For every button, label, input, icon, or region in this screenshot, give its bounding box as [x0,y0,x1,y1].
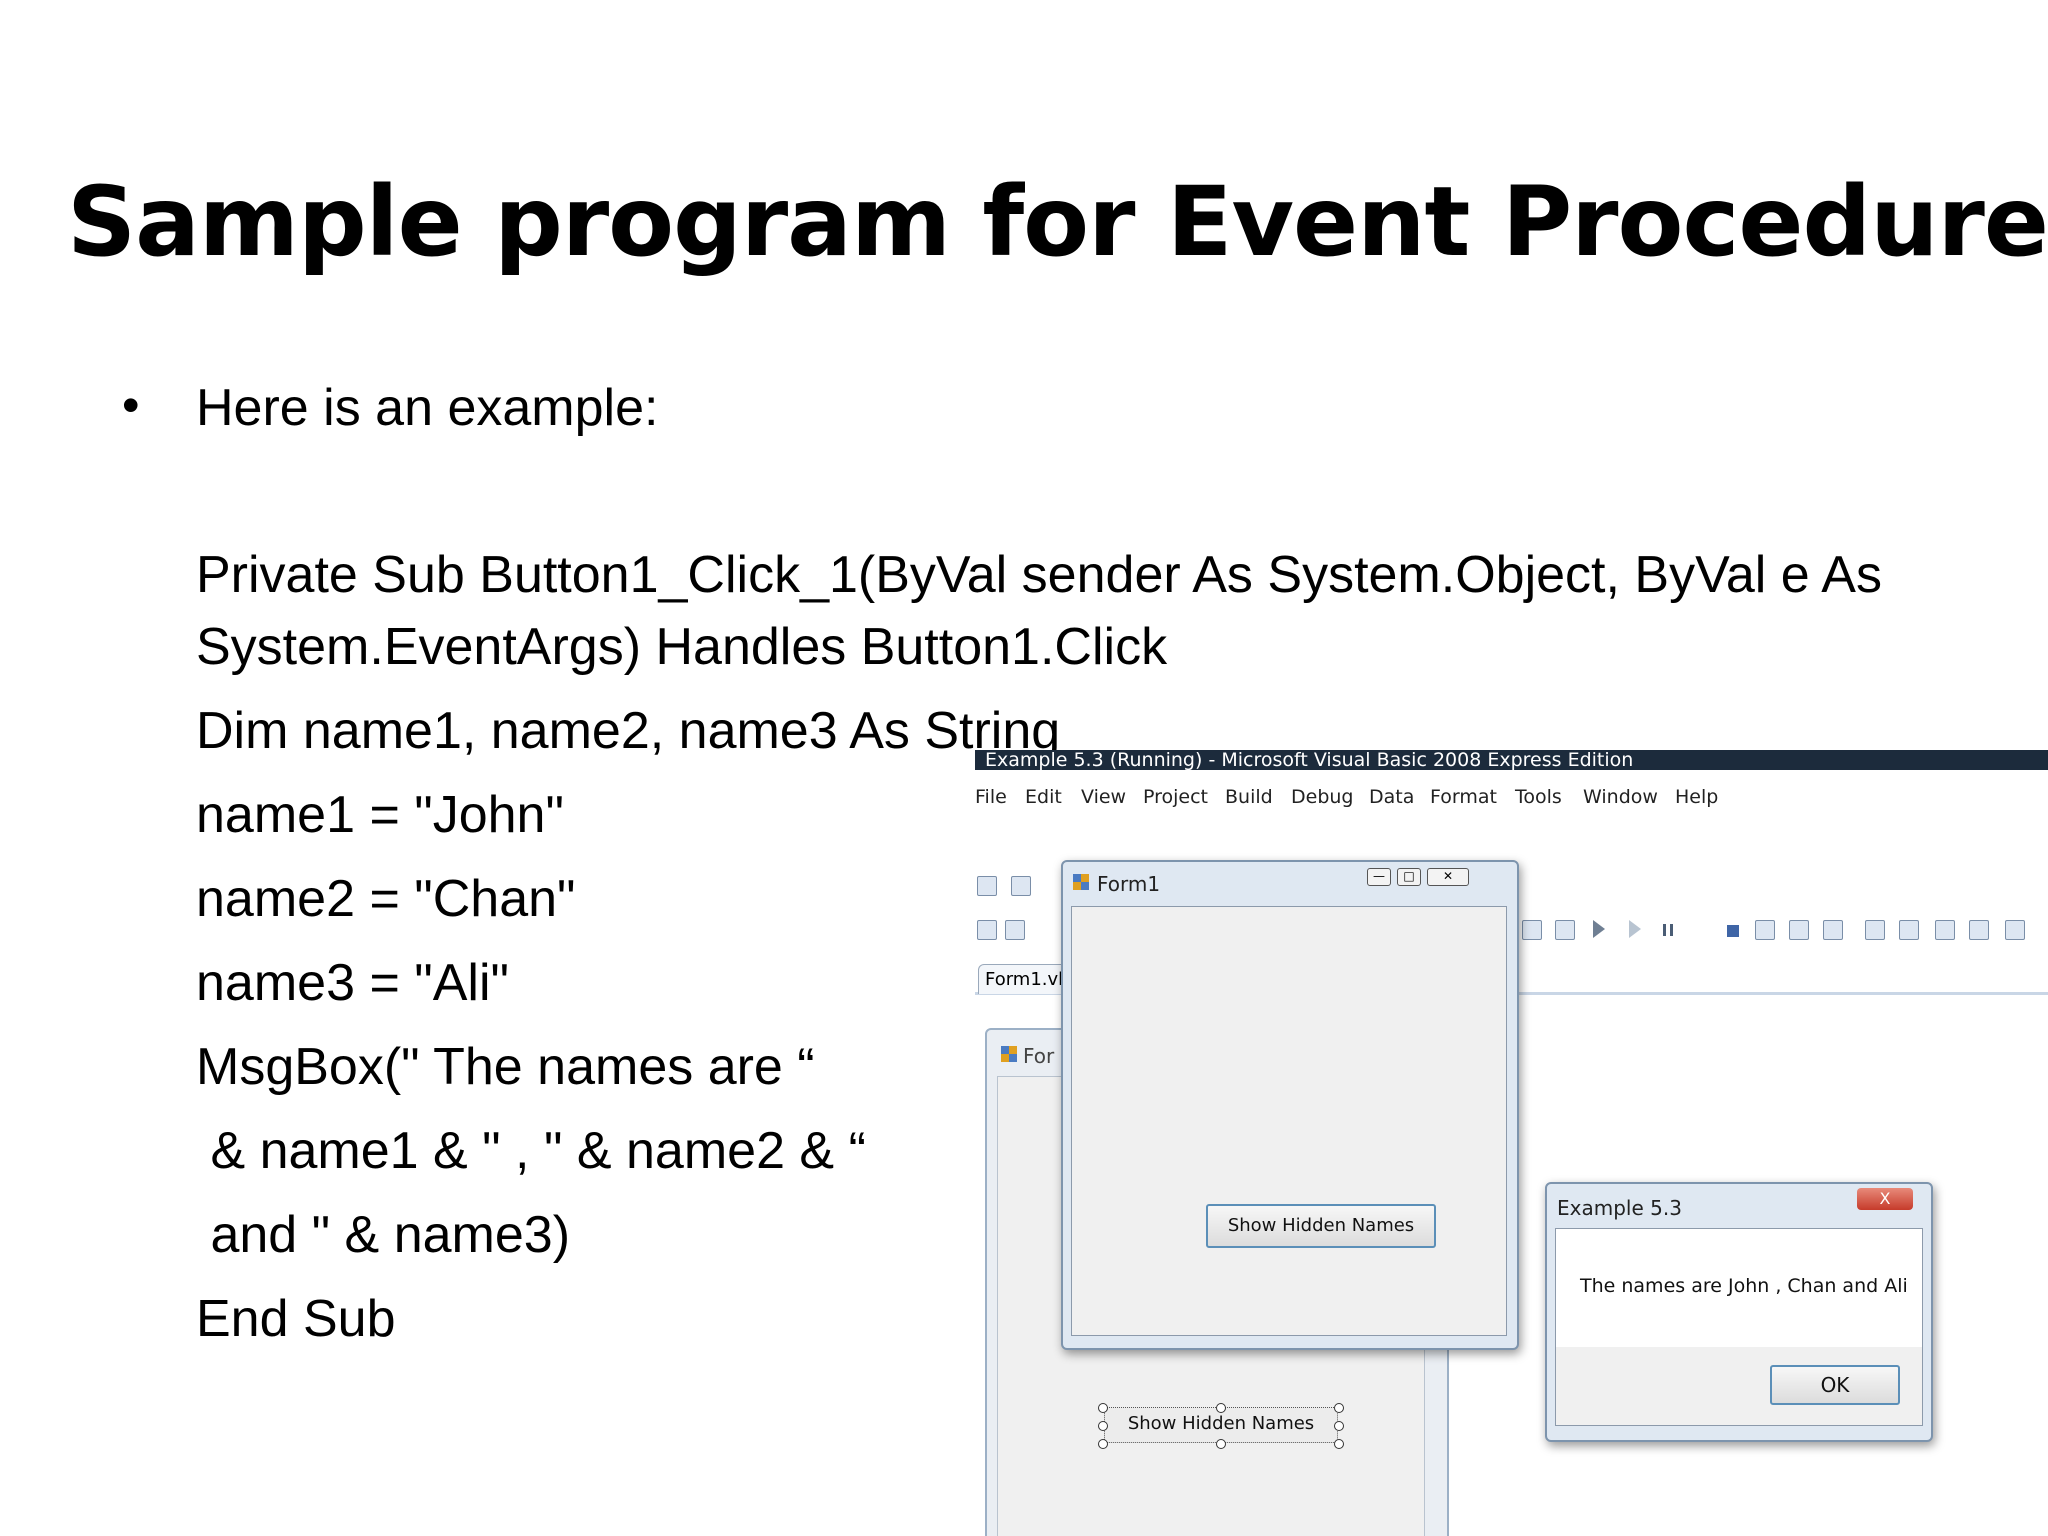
code-line: Dim name1, name2, name3 As String [196,702,1061,760]
form1-window: Form1 — □ ✕ Show Hidden Names [1061,860,1519,1350]
show-hidden-names-button[interactable]: Show Hidden Names [1206,1204,1436,1248]
menu-view[interactable]: View [1081,786,1126,808]
resize-handle[interactable] [1334,1439,1344,1449]
toolbar-icon[interactable] [1789,920,1809,940]
ide-menu-bar: File Edit View Project Build Debug Data … [975,778,2048,818]
menu-project[interactable]: Project [1143,786,1208,808]
menu-format[interactable]: Format [1430,786,1497,808]
resize-handle[interactable] [1334,1403,1344,1413]
msgbox-ok-button[interactable]: OK [1770,1365,1900,1405]
bullet-marker: • [122,377,140,433]
toolbar-icon[interactable] [1005,920,1025,940]
msgbox-title: Example 5.3 [1557,1196,1682,1220]
menu-build[interactable]: Build [1225,786,1273,808]
toolbar-icon[interactable] [2005,920,2025,940]
minimize-icon[interactable]: — [1367,868,1391,886]
toolbar-icon[interactable] [1865,920,1885,940]
toolbar-icon[interactable] [1823,920,1843,940]
menu-window[interactable]: Window [1583,786,1658,808]
toolbar-icon[interactable] [1899,920,1919,940]
ide-title-bar: Example 5.3 (Running) - Microsoft Visual… [975,750,2048,770]
code-line: and " & name3) [196,1206,571,1264]
msgbox-client: The names are John , Chan and Ali OK [1555,1228,1923,1426]
menu-edit[interactable]: Edit [1025,786,1062,808]
toolbar-icon[interactable] [1522,920,1542,940]
code-line: End Sub [196,1290,396,1348]
step-icon[interactable] [1629,920,1641,938]
code-line: name2 = "Chan" [196,870,576,928]
menu-file[interactable]: File [975,786,1007,808]
menu-help[interactable]: Help [1675,786,1718,808]
toolbar-icon[interactable] [977,920,997,940]
menu-debug[interactable]: Debug [1291,786,1353,808]
toolbar-icon[interactable] [1969,920,1989,940]
close-icon[interactable]: ✕ [1427,868,1469,886]
resize-handle[interactable] [1334,1421,1344,1431]
menu-tools[interactable]: Tools [1515,786,1562,808]
toolbar-icon[interactable] [1555,920,1575,940]
form-icon [1001,1046,1017,1062]
form1-client: Show Hidden Names [1071,906,1507,1336]
resize-handle[interactable] [1098,1439,1108,1449]
resize-handle[interactable] [1098,1403,1108,1413]
msgbox-footer: OK [1556,1347,1922,1425]
resize-handle[interactable] [1216,1403,1226,1413]
toolbar-icon[interactable] [1011,876,1031,896]
toolbar-icon[interactable] [1935,920,1955,940]
code-line: name3 = "Ali" [196,954,509,1012]
msgbox-close-icon[interactable]: X [1857,1188,1913,1210]
toolbar-icon[interactable] [977,876,997,896]
code-line: System.EventArgs) Handles Button1.Click [196,618,1168,676]
code-line: & name1 & " , " & name2 & “ [196,1122,866,1180]
stop-icon[interactable] [1727,925,1739,937]
vb-ide-screenshot: Example 5.3 (Running) - Microsoft Visual… [975,750,2048,1536]
maximize-icon[interactable]: □ [1397,868,1421,886]
form1-title: Form1 [1097,872,1161,896]
design-form-title: For [1023,1044,1055,1068]
code-line: MsgBox(" The names are “ [196,1038,815,1096]
msgbox-window: Example 5.3 X The names are John , Chan … [1545,1182,1933,1442]
bullet-text: Here is an example: [196,379,659,437]
form-icon [1073,874,1089,890]
msgbox-message: The names are John , Chan and Ali [1580,1275,1908,1297]
slide-title: Sample program for Event Procedure [66,166,2048,278]
menu-data[interactable]: Data [1369,786,1414,808]
toolbar-icon[interactable] [1755,920,1775,940]
resize-handle[interactable] [1216,1439,1226,1449]
pause-icon[interactable] [1663,924,1673,936]
code-line: Private Sub Button1_Click_1(ByVal sender… [196,546,1882,604]
start-icon[interactable] [1593,920,1605,938]
resize-handle[interactable] [1098,1421,1108,1431]
code-line: name1 = "John" [196,786,564,844]
